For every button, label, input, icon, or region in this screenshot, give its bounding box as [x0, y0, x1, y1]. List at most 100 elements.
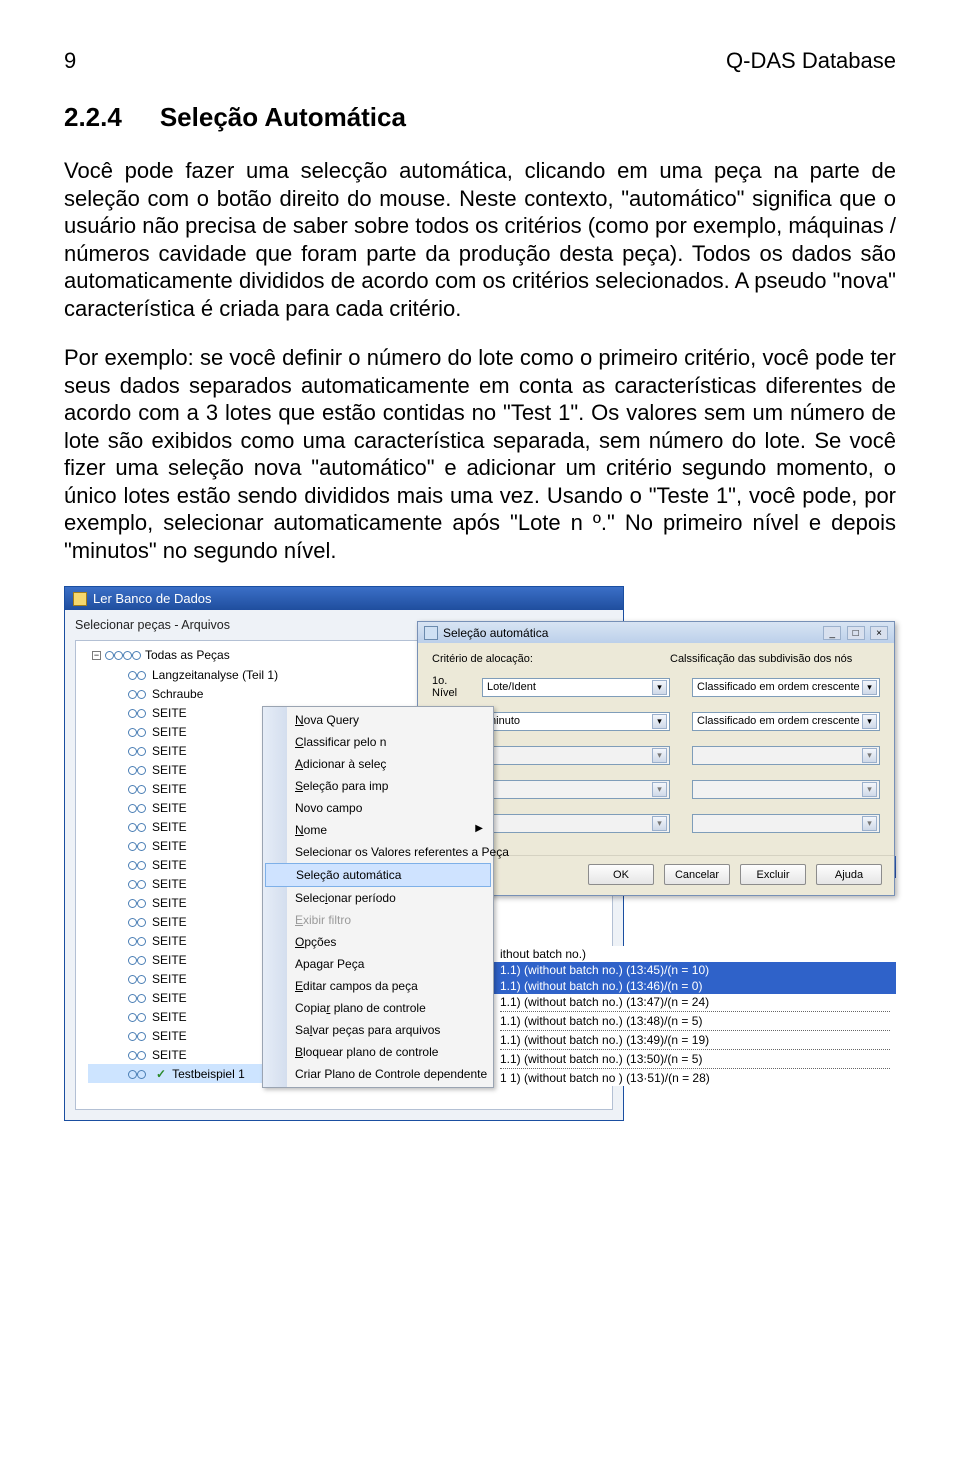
context-menu-item[interactable]: Copiar plano de controle — [263, 997, 493, 1019]
classificacao-combo-1[interactable]: Classificado em ordem crescente▾ — [692, 678, 880, 697]
context-menu-item[interactable]: Criar Plano de Controle dependente — [263, 1063, 493, 1085]
classificacao-combo-3[interactable]: ▾ — [692, 746, 880, 765]
glasses-icon — [128, 859, 146, 871]
glasses-icon — [128, 992, 146, 1004]
context-menu-item[interactable]: Apagar Peça — [263, 953, 493, 975]
result-row[interactable]: 1.1) (without batch no.) (13:50)/(n = 5) — [494, 1051, 896, 1067]
context-menu-item[interactable]: Bloquear plano de controle — [263, 1041, 493, 1063]
cancel-button[interactable]: Cancelar — [664, 864, 730, 885]
result-row[interactable]: 1.1) (without batch no.) (13:48)/(n = 5) — [494, 1013, 896, 1029]
glasses-icon — [128, 764, 146, 776]
result-row[interactable]: ithout batch no.) — [494, 946, 896, 962]
tree-item-label: Schraube — [152, 687, 203, 701]
chevron-down-icon[interactable]: ▾ — [652, 680, 667, 695]
criterio-combo-2[interactable]: minuto▾ — [482, 712, 670, 731]
glasses-icon — [128, 745, 146, 757]
chevron-down-icon[interactable]: ▾ — [862, 816, 877, 831]
context-menu-item: Exibir filtro — [263, 909, 493, 931]
glasses-icon — [128, 783, 146, 795]
tree-item-label: Testbeispiel 1 — [172, 1067, 245, 1081]
glasses-icon — [128, 802, 146, 814]
result-row[interactable]: 1.1) (without batch no.) (13:45)/(n = 10… — [494, 962, 896, 978]
window-controls[interactable]: _ □ × — [821, 625, 888, 640]
classificacao-combo-4[interactable]: ▾ — [692, 780, 880, 799]
tree-item-label: SEITE — [152, 915, 187, 929]
context-menu-item[interactable]: Editar campos da peça — [263, 975, 493, 997]
criterio-combo-4[interactable]: ▾ — [482, 780, 670, 799]
context-menu-item[interactable]: Nome▶ — [263, 819, 493, 841]
dialog-icon — [424, 626, 438, 640]
glasses-icon — [128, 916, 146, 928]
result-row[interactable]: 1.1) (without batch no.) (13:49)/(n = 19… — [494, 1032, 896, 1048]
context-menu-item[interactable]: Salvar peças para arquivos — [263, 1019, 493, 1041]
criterio-alocacao-label: Critério de alocação: — [432, 653, 642, 665]
chevron-down-icon[interactable]: ▾ — [862, 748, 877, 763]
chevron-down-icon[interactable]: ▾ — [862, 680, 877, 695]
titlebar: Ler Banco de Dados — [65, 587, 623, 610]
context-menu-item[interactable]: Seleção para imp — [263, 775, 493, 797]
context-menu[interactable]: Nova QueryClassificar pelo nAdicionar à … — [262, 706, 494, 1088]
tree-item-label: SEITE — [152, 801, 187, 815]
help-button[interactable]: Ajuda — [816, 864, 882, 885]
context-menu-item[interactable]: Selecionar período — [263, 887, 493, 909]
level-label: 1o. Nível — [432, 675, 474, 699]
result-row[interactable]: 1.1) (without batch no.) (13:47)/(n = 24… — [494, 994, 896, 1010]
classificacao-combo-2[interactable]: Classificado em ordem crescente▾ — [692, 712, 880, 731]
result-row[interactable]: 1 1) (without batch no ) (13·51)/(n = 28… — [494, 1070, 896, 1086]
criterio-combo-5[interactable]: ▾ — [482, 814, 670, 833]
ok-button[interactable]: OK — [588, 864, 654, 885]
minimize-icon[interactable]: _ — [823, 626, 841, 640]
context-menu-item[interactable]: Adicionar à seleç — [263, 753, 493, 775]
result-row[interactable]: 1.1) (without batch no.) (13:46)/(n = 0) — [494, 978, 896, 994]
glasses-icon — [105, 649, 123, 661]
classificacao-combo-5[interactable]: ▾ — [692, 814, 880, 833]
context-menu-item[interactable]: Nova Query — [263, 709, 493, 731]
dialog-titlebar: Seleção automática _ □ × — [418, 622, 894, 643]
tree-item-label: SEITE — [152, 839, 187, 853]
window-title: Ler Banco de Dados — [93, 591, 212, 606]
close-icon[interactable]: × — [870, 626, 888, 640]
section-number: 2.2.4 — [64, 102, 122, 133]
criterio-combo-1[interactable]: Lote/Ident▾ — [482, 678, 670, 697]
chevron-down-icon[interactable]: ▾ — [862, 714, 877, 729]
context-menu-item[interactable]: Selecionar os Valores referentes a Peça — [263, 841, 493, 863]
context-menu-item[interactable]: Classificar pelo n — [263, 731, 493, 753]
chevron-right-icon: ▶ — [475, 823, 483, 834]
screenshot-composite: Ler Banco de Dados Selecionar peças - Ar… — [64, 586, 896, 1142]
tree-item-label: SEITE — [152, 858, 187, 872]
tree-item-label: SEITE — [152, 934, 187, 948]
glasses-icon — [128, 726, 146, 738]
glasses-icon — [128, 669, 146, 681]
glasses-icon — [128, 935, 146, 947]
context-menu-item[interactable]: Opções — [263, 931, 493, 953]
chevron-down-icon[interactable]: ▾ — [862, 782, 877, 797]
tree-item-label: SEITE — [152, 1048, 187, 1062]
glasses-icon — [128, 688, 146, 700]
glasses-icon — [128, 1068, 146, 1080]
tree-root-label: Todas as Peças — [145, 648, 230, 662]
glasses-icon — [128, 821, 146, 833]
chevron-down-icon[interactable]: ▾ — [652, 782, 667, 797]
tree-item-label: SEITE — [152, 725, 187, 739]
collapse-icon[interactable]: − — [92, 651, 101, 660]
tree-item-label: SEITE — [152, 763, 187, 777]
results-list[interactable]: ithout batch no.)1.1) (without batch no.… — [494, 946, 896, 1086]
criterio-combo-3[interactable]: ▾ — [482, 746, 670, 765]
chevron-down-icon[interactable]: ▾ — [652, 714, 667, 729]
tree-item-label: SEITE — [152, 991, 187, 1005]
context-menu-item[interactable]: Seleção automática — [265, 863, 491, 887]
check-icon: ✓ — [156, 1067, 166, 1081]
tree-item-label: SEITE — [152, 820, 187, 834]
maximize-icon[interactable]: □ — [847, 626, 865, 640]
chevron-down-icon[interactable]: ▾ — [652, 816, 667, 831]
glasses-icon — [128, 1030, 146, 1042]
delete-button[interactable]: Excluir — [740, 864, 806, 885]
glasses-icon — [128, 1011, 146, 1023]
section-heading: 2.2.4Seleção Automática — [64, 102, 896, 133]
combo-value: Classificado em ordem crescente — [697, 715, 860, 727]
paragraph-2: Por exemplo: se você definir o número do… — [64, 344, 896, 564]
context-menu-item[interactable]: Novo campo — [263, 797, 493, 819]
tree-item-label: SEITE — [152, 953, 187, 967]
chevron-down-icon[interactable]: ▾ — [652, 748, 667, 763]
tree-item-label: SEITE — [152, 972, 187, 986]
